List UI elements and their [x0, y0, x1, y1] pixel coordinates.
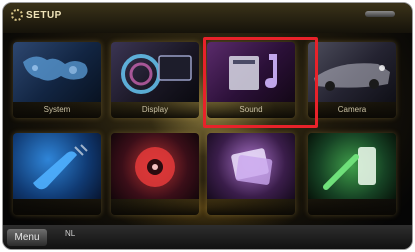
footer-hint: NL	[65, 229, 76, 238]
tile-label	[308, 199, 396, 215]
footer-bar: Menu NL	[3, 225, 412, 249]
disc-tile[interactable]	[111, 133, 199, 215]
display-icon	[111, 42, 199, 102]
bluetooth-icon	[13, 133, 101, 199]
system-tile[interactable]: System	[13, 42, 101, 118]
tile-label	[111, 199, 199, 215]
tile-label	[207, 199, 295, 215]
app-tile[interactable]	[308, 133, 396, 215]
av-tile[interactable]	[207, 133, 295, 215]
gear-icon	[11, 9, 23, 21]
camera-icon	[308, 42, 396, 102]
cards-icon	[207, 133, 295, 199]
plug-icon	[308, 133, 396, 199]
header-bar: SETUP	[3, 3, 412, 33]
world-map-icon	[13, 42, 101, 102]
back-button[interactable]	[365, 11, 395, 17]
setup-screen: SETUP System Display Sound Camera Menu N…	[2, 2, 413, 250]
camera-tile[interactable]: Camera	[308, 42, 396, 118]
tile-label	[13, 199, 101, 215]
tile-label: Camera	[308, 102, 396, 118]
setup-label: SETUP	[26, 9, 62, 21]
tile-label: System	[13, 102, 101, 118]
display-tile[interactable]: Display	[111, 42, 199, 118]
disc-icon	[111, 133, 199, 199]
selection-highlight	[203, 37, 318, 128]
menu-button[interactable]: Menu	[7, 229, 47, 246]
page-title: SETUP	[11, 9, 62, 21]
tile-label: Display	[111, 102, 199, 118]
bluetooth-tile[interactable]	[13, 133, 101, 215]
